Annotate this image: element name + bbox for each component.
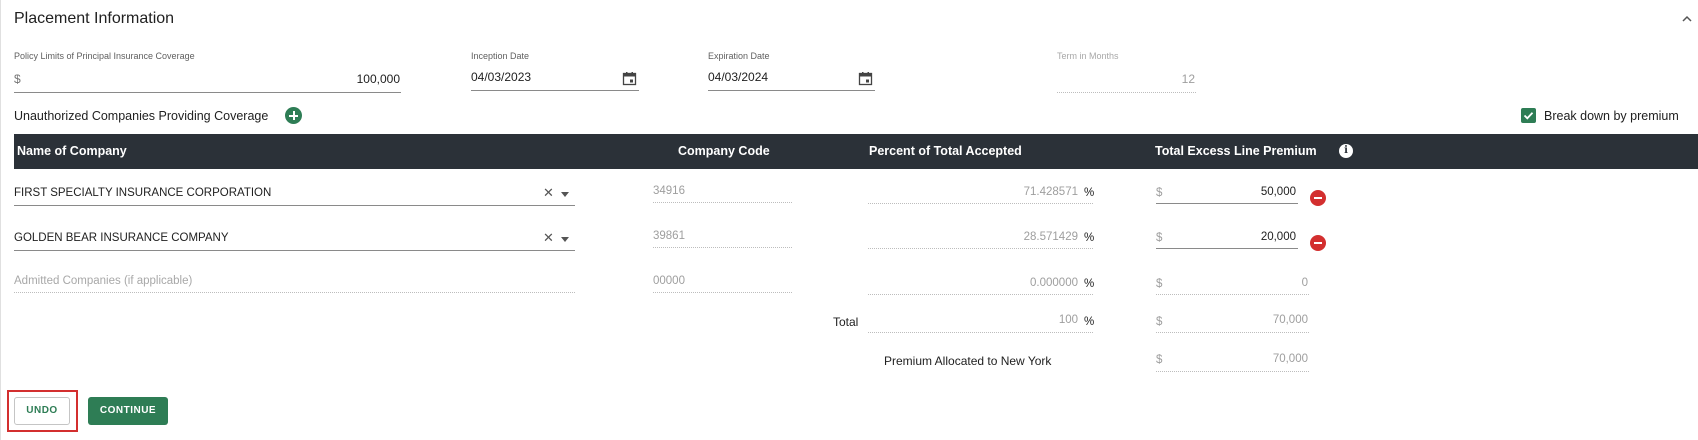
companies-table-header: Name of Company Company Code Percent of … xyxy=(14,134,1698,169)
percent-value: 71.428571 xyxy=(1023,186,1078,198)
percent-sign: % xyxy=(1084,278,1095,290)
policy-limits-input[interactable]: 100,000 xyxy=(300,72,400,86)
total-label: Total xyxy=(833,315,859,329)
premium-input[interactable]: 50,000 xyxy=(1200,186,1296,198)
policy-limits-currency: $ xyxy=(14,72,21,86)
total-percent-underline xyxy=(868,332,1093,333)
allocated-premium-value: 70,000 xyxy=(1272,353,1308,365)
term-months-value: 12 xyxy=(1181,72,1195,86)
expiration-date-input[interactable]: 04/03/2024 xyxy=(708,70,768,84)
policy-limits-underline xyxy=(14,92,401,93)
company-name-select[interactable]: GOLDEN BEAR INSURANCE COMPANY xyxy=(14,232,229,244)
premium-currency: $ xyxy=(1156,232,1163,244)
unauthorized-companies-label: Unauthorized Companies Providing Coverag… xyxy=(14,109,269,123)
total-premium-underline xyxy=(1156,332,1309,333)
percent-value: 28.571429 xyxy=(1023,231,1078,243)
total-currency: $ xyxy=(1156,316,1163,328)
continue-button[interactable]: CONTINUE xyxy=(88,397,168,425)
close-icon[interactable]: ✕ xyxy=(543,185,554,201)
policy-limits-label: Policy Limits of Principal Insurance Cov… xyxy=(14,51,195,61)
col-name-of-company: Name of Company xyxy=(17,144,127,158)
percent-underline xyxy=(868,203,1093,204)
undo-button[interactable]: UNDO xyxy=(14,397,70,425)
info-icon[interactable]: i xyxy=(1339,144,1353,158)
inception-date-label: Inception Date xyxy=(471,51,530,61)
chevron-up-icon[interactable] xyxy=(1680,12,1694,26)
admitted-code-underline xyxy=(653,292,792,293)
inception-date-input[interactable]: 04/03/2023 xyxy=(471,70,531,84)
admitted-currency: $ xyxy=(1156,278,1163,290)
col-company-code: Company Code xyxy=(678,144,770,158)
calendar-icon[interactable] xyxy=(858,71,873,86)
premium-underline xyxy=(1156,203,1298,204)
close-icon[interactable]: ✕ xyxy=(543,230,554,246)
percent-sign: % xyxy=(1084,187,1095,199)
term-months-label: Term in Months xyxy=(1057,51,1119,61)
remove-company-button[interactable] xyxy=(1310,235,1326,251)
percent-underline xyxy=(868,248,1093,249)
premium-input[interactable]: 20,000 xyxy=(1200,231,1296,243)
total-percent-value: 100 xyxy=(1058,314,1078,326)
admitted-percent-value: 0.000000 xyxy=(1030,277,1078,289)
admitted-companies-input[interactable]: Admitted Companies (if applicable) xyxy=(14,275,192,287)
premium-underline xyxy=(1156,248,1298,249)
expiration-date-underline xyxy=(708,90,875,91)
remove-company-button[interactable] xyxy=(1310,190,1326,206)
admitted-premium-value: 0 xyxy=(1301,277,1308,289)
company-name-select[interactable]: FIRST SPECIALTY INSURANCE CORPORATION xyxy=(14,187,271,199)
percent-sign: % xyxy=(1084,232,1095,244)
col-total-premium: Total Excess Line Premium xyxy=(1155,144,1317,158)
premium-currency: $ xyxy=(1156,187,1163,199)
caret-down-icon[interactable] xyxy=(561,237,569,242)
allocated-currency: $ xyxy=(1156,354,1163,366)
admitted-percent-underline xyxy=(868,294,1093,295)
admitted-companies-underline xyxy=(14,292,575,293)
company-name-underline xyxy=(14,250,575,251)
percent-sign: % xyxy=(1084,316,1095,328)
company-code-underline xyxy=(653,202,792,203)
inception-date-underline xyxy=(471,90,639,91)
company-code-value: 34916 xyxy=(653,185,685,197)
col-percent-accepted: Percent of Total Accepted xyxy=(869,144,1022,158)
allocated-premium-underline xyxy=(1156,371,1309,372)
company-code-underline xyxy=(653,247,792,248)
expiration-date-label: Expiration Date xyxy=(708,51,770,61)
company-code-value: 39861 xyxy=(653,230,685,242)
breakdown-checkbox[interactable] xyxy=(1521,108,1536,123)
calendar-icon[interactable] xyxy=(622,71,637,86)
add-company-button[interactable] xyxy=(285,107,302,124)
total-premium-value: 70,000 xyxy=(1272,314,1308,326)
admitted-premium-underline xyxy=(1156,294,1309,295)
company-name-underline xyxy=(14,205,575,206)
admitted-code-value: 00000 xyxy=(653,275,685,287)
allocated-label: Premium Allocated to New York xyxy=(884,354,1052,368)
term-months-underline xyxy=(1057,92,1196,93)
section-title: Placement Information xyxy=(14,10,175,27)
caret-down-icon[interactable] xyxy=(561,192,569,197)
page-left-border xyxy=(0,0,1,440)
breakdown-label: Break down by premium xyxy=(1544,109,1679,123)
